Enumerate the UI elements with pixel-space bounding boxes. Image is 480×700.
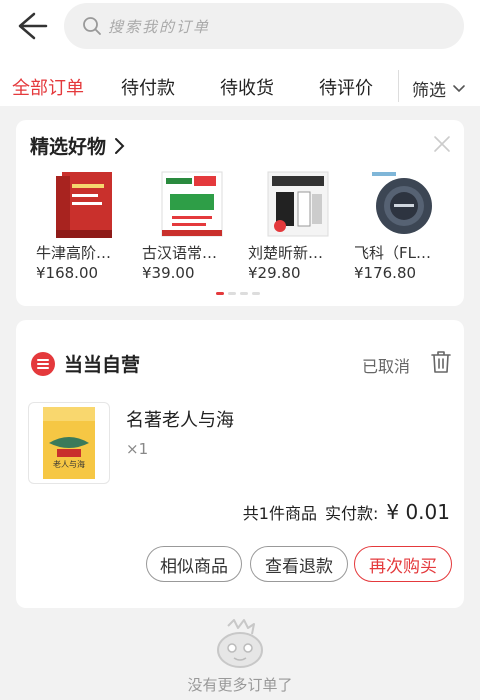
product-price: ¥176.80 (354, 264, 417, 282)
dictionary-cover-icon (161, 171, 223, 237)
item-quantity: ×1 (126, 440, 149, 458)
filter-button[interactable]: 筛选 (412, 76, 466, 101)
product-item[interactable]: 牛津高阶… ¥168.00 (36, 166, 136, 286)
store-header[interactable]: 当当自营 (30, 350, 140, 377)
product-name: 飞科（FL… (354, 244, 431, 262)
carousel-indicator (216, 292, 260, 295)
tab-pending-payment[interactable]: 待付款 (121, 74, 175, 100)
product-price: ¥29.80 (248, 264, 301, 282)
product-name: 牛津高阶… (36, 244, 112, 262)
similar-products-button[interactable]: 相似商品 (146, 546, 242, 582)
carousel-dot (252, 292, 260, 295)
view-refund-button[interactable]: 查看退款 (250, 546, 348, 582)
filter-label: 筛选 (412, 81, 446, 101)
chevron-down-icon (453, 84, 465, 92)
search-input[interactable]: 搜索我的订单 (64, 3, 464, 49)
air-purifier-icon (372, 172, 432, 234)
paid-label: 实付款: (324, 504, 379, 523)
dangdang-logo-icon (31, 351, 55, 376)
product-item[interactable]: 刘楚昕新… ¥29.80 (248, 166, 348, 286)
paid-amount: ¥ 0.01 (386, 500, 450, 524)
chevron-right-icon (115, 137, 125, 154)
tab-divider (398, 70, 399, 102)
no-more-orders-text: 没有更多订单了 (187, 676, 293, 694)
product-name: 古汉语常… (142, 244, 218, 262)
product-name: 刘楚昕新… (248, 244, 324, 262)
product-carousel: 牛津高阶… ¥168.00 古汉语常… ¥39.00 刘楚昕新… ¥29.80 … (36, 166, 456, 286)
trash-icon[interactable] (430, 350, 452, 374)
search-placeholder: 搜索我的订单 (108, 17, 211, 36)
end-of-list: 没有更多订单了 (0, 616, 480, 700)
order-status: 已取消 (362, 357, 411, 376)
product-price: ¥39.00 (142, 264, 195, 282)
item-name[interactable]: 名著老人与海 (126, 406, 234, 432)
store-name: 当当自营 (64, 354, 141, 376)
search-icon (83, 17, 101, 35)
tab-all-orders[interactable]: 全部订单 (12, 74, 84, 100)
featured-products-title[interactable]: 精选好物 (30, 132, 126, 159)
mascot-icon (217, 619, 263, 668)
dictionary-cover-icon (56, 172, 112, 238)
carousel-dot (240, 292, 248, 295)
carousel-dot (228, 292, 236, 295)
top-bar: 搜索我的订单 (0, 0, 480, 56)
book-cover-icon (267, 171, 329, 237)
book-cover-icon: 老人与海 (43, 407, 95, 479)
close-icon[interactable] (432, 134, 452, 154)
featured-products-card: 精选好物 牛津高阶… ¥168.00 古汉语常… ¥39.00 刘楚昕新… ¥2… (16, 120, 464, 306)
product-price: ¥168.00 (36, 264, 99, 282)
buy-again-button[interactable]: 再次购买 (354, 546, 452, 582)
order-tabs: 全部订单 待付款 待收货 待评价 筛选 (0, 56, 480, 106)
book-thumbnail[interactable]: 老人与海 (28, 402, 110, 484)
book-cover-title: 老人与海 (53, 459, 85, 469)
product-item[interactable]: 飞科（FL… ¥176.80 (354, 166, 454, 286)
order-summary: 共1件商品 实付款: ¥ 0.01 (243, 500, 450, 524)
back-arrow-icon[interactable] (14, 10, 50, 42)
carousel-dot-active (216, 292, 224, 295)
tab-pending-delivery[interactable]: 待收货 (220, 74, 274, 100)
product-item[interactable]: 古汉语常… ¥39.00 (142, 166, 242, 286)
tab-pending-review[interactable]: 待评价 (319, 74, 373, 100)
item-count: 共1件商品 (242, 504, 317, 523)
featured-products-label: 精选好物 (30, 136, 107, 158)
order-card[interactable]: 当当自营 已取消 老人与海 名著老人与海 ×1 共1件商品 实付款: ¥ 0.0… (16, 320, 464, 608)
